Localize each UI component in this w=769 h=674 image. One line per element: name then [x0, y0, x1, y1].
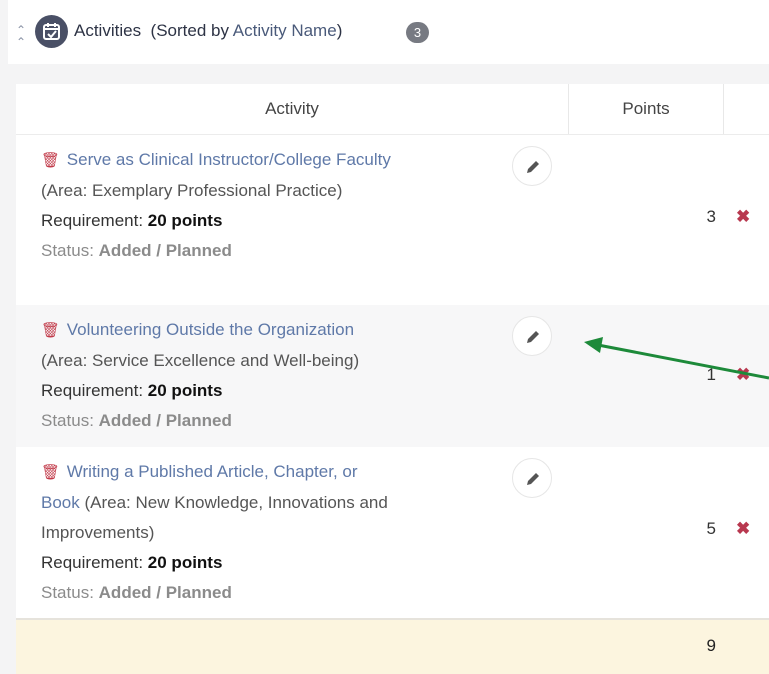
edit-button[interactable] [512, 458, 552, 498]
activities-table: Activity Points 🗑 Serve as Clinical Inst… [16, 84, 769, 674]
activity-area: (Area: New Knowledge, Innovations and Im… [41, 493, 388, 542]
activity-area: (Area: Service Excellence and Well-being… [41, 351, 360, 370]
total-row: 9 [16, 618, 769, 674]
activity-cell: 🗑 Volunteering Outside the Organization … [41, 315, 391, 436]
requirement-label: Requirement: [41, 381, 144, 400]
double-chevron-up-icon[interactable]: ⌃ ⌃ [16, 24, 26, 48]
calendar-check-icon [35, 15, 68, 48]
close-icon[interactable]: ✖ [736, 519, 750, 539]
points-value: 5 [706, 519, 716, 538]
trash-icon[interactable]: 🗑 [41, 464, 60, 481]
requirement-value: 20 points [147, 381, 223, 400]
table-header: Activity Points [16, 84, 769, 135]
trash-icon[interactable]: 🗑 [41, 152, 60, 169]
status-value: Added / Planned [98, 583, 232, 602]
activity-cell: 🗑 Writing a Published Article, Chapter, … [41, 457, 391, 608]
edit-button[interactable] [512, 146, 552, 186]
close-icon[interactable]: ✖ [736, 365, 750, 385]
activity-cell: 🗑 Serve as Clinical Instructor/College F… [41, 145, 391, 266]
activity-name-link[interactable]: Volunteering Outside the Organization [67, 320, 354, 339]
requirement-label: Requirement: [41, 553, 144, 572]
activities-header: ⌃ ⌃ Activities (Sorted by Activity Name) … [8, 0, 769, 64]
requirement-value: 20 points [147, 553, 223, 572]
section-title: Activities (Sorted by Activity Name) [74, 21, 343, 40]
pencil-icon [527, 331, 539, 343]
column-header-points[interactable]: Points [569, 84, 724, 134]
status-label: Status: [41, 241, 94, 260]
column-header-activity[interactable]: Activity [16, 84, 569, 134]
pencil-icon [527, 161, 539, 173]
activity-area: (Area: Exemplary Professional Practice) [41, 181, 343, 200]
edit-button[interactable] [512, 316, 552, 356]
trash-icon[interactable]: 🗑 [41, 322, 60, 339]
count-badge: 3 [406, 22, 429, 43]
activity-name-link[interactable]: Serve as Clinical Instructor/College Fac… [67, 150, 391, 169]
sort-key-link[interactable]: Activity Name [233, 21, 337, 40]
total-points: 9 [706, 636, 716, 655]
points-value: 1 [706, 365, 716, 384]
requirement-label: Requirement: [41, 211, 144, 230]
pencil-icon [527, 473, 539, 485]
table-row: 🗑 Volunteering Outside the Organization … [16, 305, 769, 447]
points-value: 3 [706, 207, 716, 226]
status-value: Added / Planned [98, 241, 232, 260]
status-value: Added / Planned [98, 411, 232, 430]
status-label: Status: [41, 411, 94, 430]
table-row: 🗑 Serve as Clinical Instructor/College F… [16, 135, 769, 305]
status-label: Status: [41, 583, 94, 602]
close-icon[interactable]: ✖ [736, 207, 750, 227]
requirement-value: 20 points [147, 211, 223, 230]
table-row: 🗑 Writing a Published Article, Chapter, … [16, 447, 769, 618]
